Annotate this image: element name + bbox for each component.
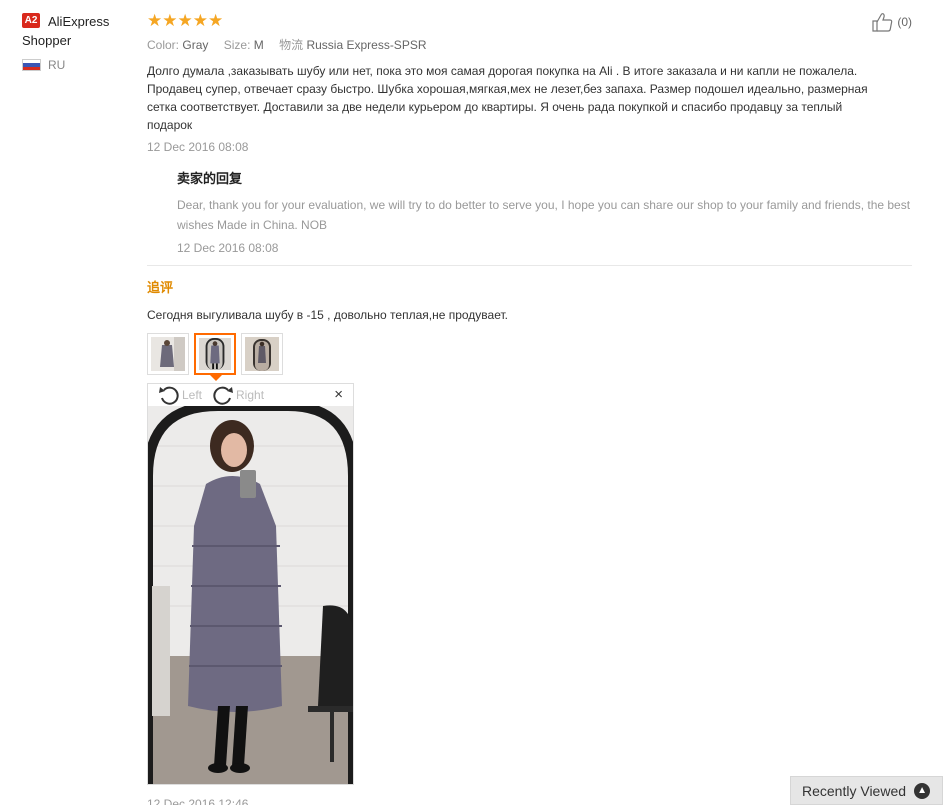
hallway-photo-thumbnail-image: [245, 337, 279, 371]
close-viewer-button[interactable]: ×: [334, 386, 343, 403]
order-info: Color: Gray Size: M 物流 Russia Express-SP…: [147, 36, 912, 53]
photo-thumbnails: [147, 333, 912, 381]
seller-reply: 卖家的回复 Dear, thank you for your evaluatio…: [177, 168, 912, 255]
color-value: Gray: [182, 38, 209, 52]
rotate-left-button[interactable]: Left: [158, 385, 202, 405]
seller-reply-date: 12 Dec 2016 08:08: [177, 241, 279, 255]
photo-viewer: Left Right ×: [147, 383, 354, 785]
thumbs-up-icon[interactable]: [872, 12, 894, 32]
country-code: RU: [48, 58, 66, 72]
rotate-left-icon: [159, 386, 179, 405]
seller-reply-title: 卖家的回复: [177, 171, 243, 186]
shipping-value: Russia Express-SPSR: [306, 38, 427, 52]
reviewer-country: RU: [22, 58, 132, 72]
photo-thumbnail[interactable]: [241, 333, 283, 375]
photo-viewer-toolbar: Left Right ×: [148, 384, 353, 406]
star-rating: ★★★★★: [147, 11, 224, 30]
review-text: Долго думала ,заказывать шубу или нет, п…: [147, 64, 868, 132]
size-value: M: [253, 38, 264, 52]
reviewer-name: AliExpress Shopper: [22, 14, 110, 48]
mirror-photo-thumbnail-image: [199, 338, 231, 370]
shipping-label: 物流: [279, 38, 304, 52]
color-label: Color:: [147, 38, 180, 52]
seller-reply-text: Dear, thank you for your evaluation, we …: [177, 198, 911, 232]
rotate-right-icon: [213, 386, 234, 405]
helpful-button[interactable]: (0): [872, 12, 912, 32]
rotate-right-label: Right: [236, 388, 265, 402]
recently-viewed-tab[interactable]: Recently Viewed ▲: [790, 776, 943, 805]
rotate-right-button[interactable]: Right: [212, 385, 264, 405]
review-content: ★★★★★ (0) Color: Gray Size: M 物流 Russia …: [147, 12, 912, 805]
size-label: Size:: [223, 38, 251, 52]
russia-flag-icon: [22, 59, 41, 71]
helpful-count: (0): [897, 15, 912, 29]
rotate-left-label: Left: [182, 388, 203, 402]
chevron-up-icon: ▲: [914, 782, 931, 799]
recently-viewed-label: Recently Viewed: [802, 782, 907, 799]
additional-feedback-text: Сегодня выгуливала шубу в -15 , довольно…: [147, 308, 508, 322]
divider: [147, 265, 912, 266]
coat-photo-thumbnail-image: [151, 337, 185, 371]
photo-thumbnail-selected[interactable]: [194, 333, 236, 381]
photo-thumbnail[interactable]: [147, 333, 189, 375]
additional-feedback-title: 追评: [147, 280, 174, 295]
reviewer-row: A2 AliExpress Shopper: [22, 12, 132, 50]
review-date: 12 Dec 2016 08:08: [147, 140, 249, 154]
reviewer-info: A2 AliExpress Shopper RU: [22, 12, 132, 72]
review-photo-image: [148, 406, 353, 784]
selected-caret-icon: [210, 375, 222, 381]
